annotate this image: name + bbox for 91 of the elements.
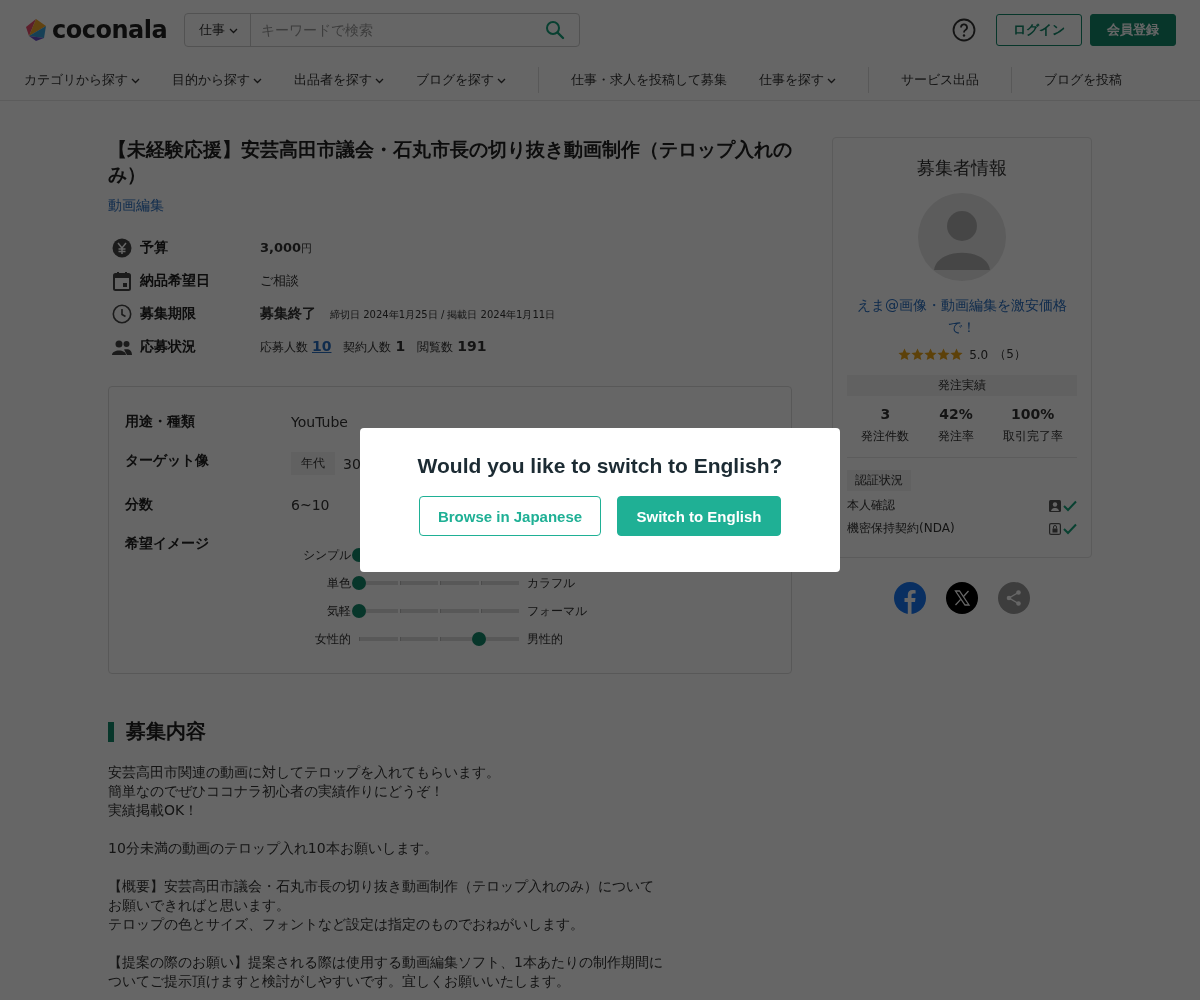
caret-icon <box>375 76 384 84</box>
caret-icon <box>253 76 262 84</box>
slider-label: 男性的 <box>527 631 564 647</box>
browse-japanese-button[interactable]: Browse in Japanese <box>419 496 601 536</box>
info-label: 納品希望日 <box>140 272 211 290</box>
nav-link[interactable]: 出品者を探す <box>294 71 384 89</box>
status-value: 募集終了 <box>260 305 316 323</box>
search-icon[interactable] <box>545 20 565 40</box>
calendar-icon <box>112 271 132 291</box>
info-label: 予算 <box>140 239 169 257</box>
nav-link[interactable]: サービス出品 <box>901 71 979 89</box>
heading-bar <box>108 721 114 742</box>
x-icon[interactable] <box>946 582 978 614</box>
stat-value: 3 <box>880 406 891 422</box>
stat-value: 191 <box>457 338 487 354</box>
person-icon <box>1049 499 1061 512</box>
stat-label: 発注件数 <box>861 428 910 445</box>
nav-link[interactable]: 仕事を探す <box>759 71 836 89</box>
card-title: 募集者情報 <box>917 156 1007 180</box>
slider-label: シンプル <box>302 547 351 563</box>
spec-tag: 年代 <box>291 452 335 475</box>
slider-label: 気軽 <box>326 603 351 619</box>
nav-link[interactable]: ブログを投稿 <box>1044 71 1122 89</box>
spec-label: 希望イメージ <box>125 535 210 553</box>
star-icon <box>937 348 951 361</box>
section-title: 募集内容 <box>126 718 206 745</box>
rating-score: 5.0 <box>969 347 989 362</box>
verification-heading: 認証状況 <box>847 470 911 491</box>
star-icon <box>950 348 964 361</box>
spec-value: 6~10 <box>291 497 330 513</box>
category-link[interactable]: 動画編集 <box>108 197 164 215</box>
stat-label: 契約人数 <box>343 339 392 356</box>
spec-label: ターゲット像 <box>125 452 210 470</box>
star-icon <box>898 348 912 361</box>
signup-button[interactable]: 会員登録 <box>1090 14 1176 46</box>
record-heading: 発注実績 <box>847 375 1077 396</box>
slider-label: 女性的 <box>314 631 351 647</box>
nav-link[interactable]: カテゴリから探す <box>24 71 140 89</box>
star-icon <box>924 348 938 361</box>
scope-dropdown[interactable]: 仕事 <box>185 14 251 46</box>
info-value: ご相談 <box>260 272 299 290</box>
caret-icon <box>131 76 140 84</box>
description-line: 実績掲載OK！ <box>108 801 200 820</box>
spec-value: YouTube <box>291 414 348 430</box>
description-line: 【提案の際のお願い】提案される際は使用する動画編集ソフト、1本あたりの制作期間についてご提示頂けますと検討がしやすいです。宜しくお願いいたします。 <box>108 953 664 991</box>
stat-value: 42% <box>939 406 973 422</box>
job-title: 【未経験応援】安芸高田市議会・石丸市長の切り抜き動画制作（テロップ入れのみ） <box>108 137 792 187</box>
dialog-title: Would you like to switch to English? <box>417 454 783 478</box>
verification-label: 本人確認 <box>847 497 895 514</box>
nav-link[interactable]: 仕事・求人を投稿して募集 <box>571 71 727 89</box>
count-link[interactable]: 10 <box>312 338 332 354</box>
info-label: 募集期限 <box>140 305 197 323</box>
nav-link[interactable]: ブログを探す <box>416 71 506 89</box>
description-line: 安芸高田市関連の動画に対してテロップを入れてもらいます。 <box>108 763 501 782</box>
lock-icon <box>1049 522 1061 535</box>
stat-label: 取引完了率 <box>1002 428 1063 445</box>
client-name-link[interactable]: えま@画像・動画編集を激安価格で！ <box>849 294 1075 338</box>
help-icon[interactable] <box>952 18 976 42</box>
description-line: 10分未満の動画のテロップ入れ10本お願いします。 <box>108 839 439 858</box>
caret-icon <box>497 76 506 84</box>
review-count: （5） <box>994 346 1026 363</box>
login-button[interactable]: ログイン <box>996 14 1082 46</box>
star-icon <box>911 348 925 361</box>
caret-icon <box>827 76 836 84</box>
spec-value: 30 <box>343 455 361 472</box>
spec-label: 分数 <box>125 496 154 514</box>
share-icon[interactable] <box>998 582 1030 614</box>
logo[interactable]: coconala <box>52 16 168 44</box>
date-note: 締切日 2024年1月25日 / 掲載日 2024年1月11日 <box>330 308 556 322</box>
yen-icon <box>112 238 132 258</box>
stat-label: 発注率 <box>938 428 974 445</box>
description-line: 簡単なのでぜひココナラ初心者の実績作りにどうぞ！ <box>108 782 445 801</box>
logo-icon[interactable] <box>24 18 48 42</box>
slider-label: フォーマル <box>527 603 588 619</box>
budget-value: 3,000円 <box>260 240 313 256</box>
spec-label: 用途・種類 <box>125 413 196 431</box>
stat-value: 1 <box>395 338 406 354</box>
stat-label: 応募人数 <box>260 339 308 356</box>
nav-link[interactable]: 目的から探す <box>172 71 262 89</box>
verification-label: 機密保持契約(NDA) <box>847 520 955 537</box>
stat-label: 閲覧数 <box>417 339 454 356</box>
slider-label: カラフル <box>527 575 576 591</box>
caret-icon <box>229 26 238 34</box>
stat-value: 100% <box>1011 406 1055 422</box>
facebook-icon[interactable] <box>894 582 926 614</box>
description-line: テロップの色とサイズ、フォントなど設定は指定のものでおねがいします。 <box>108 915 585 934</box>
clock-icon <box>112 304 132 324</box>
switch-english-button[interactable]: Switch to English <box>617 496 781 536</box>
description-line: 【概要】安芸高田市議会・石丸市長の切り抜き動画制作（テロップ入れのみ）についてお願いできればと思います。 <box>108 877 655 915</box>
slider-label: 単色 <box>326 575 351 591</box>
info-label: 応募状況 <box>140 338 197 356</box>
